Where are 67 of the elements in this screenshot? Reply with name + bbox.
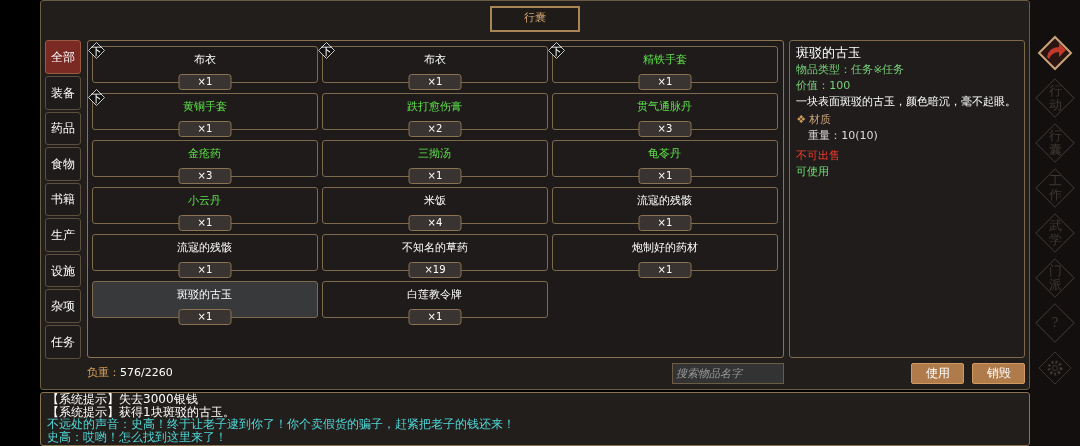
item-name: 金疮药: [188, 147, 222, 162]
item-count: ×4: [408, 215, 462, 232]
item-weight: 重量：10(10): [807, 128, 879, 145]
window-title: 行囊: [490, 5, 580, 32]
item-title: 斑驳的古玉: [796, 44, 863, 63]
category-tab[interactable]: 生产: [45, 218, 81, 252]
back-icon[interactable]: [1037, 33, 1073, 73]
item-count: ×3: [178, 168, 232, 185]
use-status: 可使用: [796, 164, 831, 181]
item-count: ×1: [408, 74, 462, 91]
item-name: 白莲教令牌: [407, 288, 463, 303]
item-description: 一块表面斑驳的古玉，颜色暗沉，毫不起眼。: [796, 94, 1018, 111]
item-name: 流寇的残骸: [177, 241, 233, 256]
equipped-badge: 下: [547, 42, 565, 60]
item-name: 跌打愈伤膏: [407, 100, 463, 115]
category-tab[interactable]: 全部: [45, 40, 81, 74]
item-count: ×19: [408, 262, 462, 279]
item-count: ×1: [638, 74, 692, 91]
item-count: ×3: [638, 121, 692, 138]
item-count: ×1: [178, 74, 232, 91]
category-tab[interactable]: 设施: [45, 253, 81, 288]
weight-value: 576/2260: [120, 365, 173, 382]
item-value: 价值：100: [796, 78, 852, 95]
item-name: 米饭: [423, 194, 446, 209]
item-name: 贯气通脉丹: [637, 100, 693, 115]
item-count: ×1: [178, 309, 232, 326]
category-tab[interactable]: 药品: [45, 111, 81, 146]
section-title: 材质: [809, 112, 832, 129]
item-name: 龟苓丹: [648, 147, 682, 162]
category-tab[interactable]: 任务: [45, 324, 81, 359]
item-count: ×1: [638, 215, 692, 232]
log-line: 史高：哎哟！怎么找到这里来了！: [47, 430, 227, 443]
item-type: 物品类型：任务※任务: [796, 62, 906, 79]
item-name: 布衣: [193, 53, 216, 68]
log-line: 【系统提示】获得1块斑驳的古玉。: [47, 405, 235, 418]
item-count: ×1: [178, 262, 232, 279]
category-tab[interactable]: 杂项: [45, 289, 81, 323]
action-button[interactable]: 销毁: [972, 363, 1025, 385]
log-line: 不远处的声音：史高！终于让老子逮到你了！你个卖假货的骗子，赶紧把老子的钱还来！: [47, 418, 516, 431]
item-name: 布衣: [423, 53, 446, 68]
item-name: 小云丹: [188, 194, 222, 209]
item-count: ×1: [408, 168, 462, 185]
item-name: 黄铜手套: [182, 100, 227, 115]
equipped-badge: 下: [317, 42, 335, 60]
item-count: ×1: [178, 215, 232, 232]
category-tab[interactable]: 食物: [45, 147, 81, 181]
item-count: ×2: [408, 121, 462, 138]
item-count: ×1: [638, 168, 692, 185]
sell-status: 不可出售: [796, 148, 842, 165]
item-count: ×1: [638, 262, 692, 279]
item-name: 三拗汤: [418, 147, 452, 162]
search-field[interactable]: 搜索物品名字: [672, 363, 784, 385]
item-count: ×1: [408, 309, 462, 326]
action-button[interactable]: 使用: [911, 363, 964, 385]
equipped-badge: 下: [87, 89, 105, 107]
item-name: 炮制好的药材: [631, 241, 698, 256]
item-count: ×1: [178, 121, 232, 138]
category-tab[interactable]: 装备: [45, 76, 81, 110]
diamond-icon: ❖: [796, 112, 807, 129]
item-name: 流寇的残骸: [637, 194, 693, 209]
equipped-badge: 下: [87, 42, 105, 60]
item-name: 不知名的草药: [401, 241, 468, 256]
category-tab[interactable]: 书籍: [45, 182, 81, 217]
log-line: 【系统提示】失去3000银钱: [47, 393, 198, 406]
weight-label: 负重：: [87, 365, 120, 382]
item-name: 精铁手套: [642, 53, 687, 68]
item-name: 斑驳的古玉: [177, 288, 233, 303]
